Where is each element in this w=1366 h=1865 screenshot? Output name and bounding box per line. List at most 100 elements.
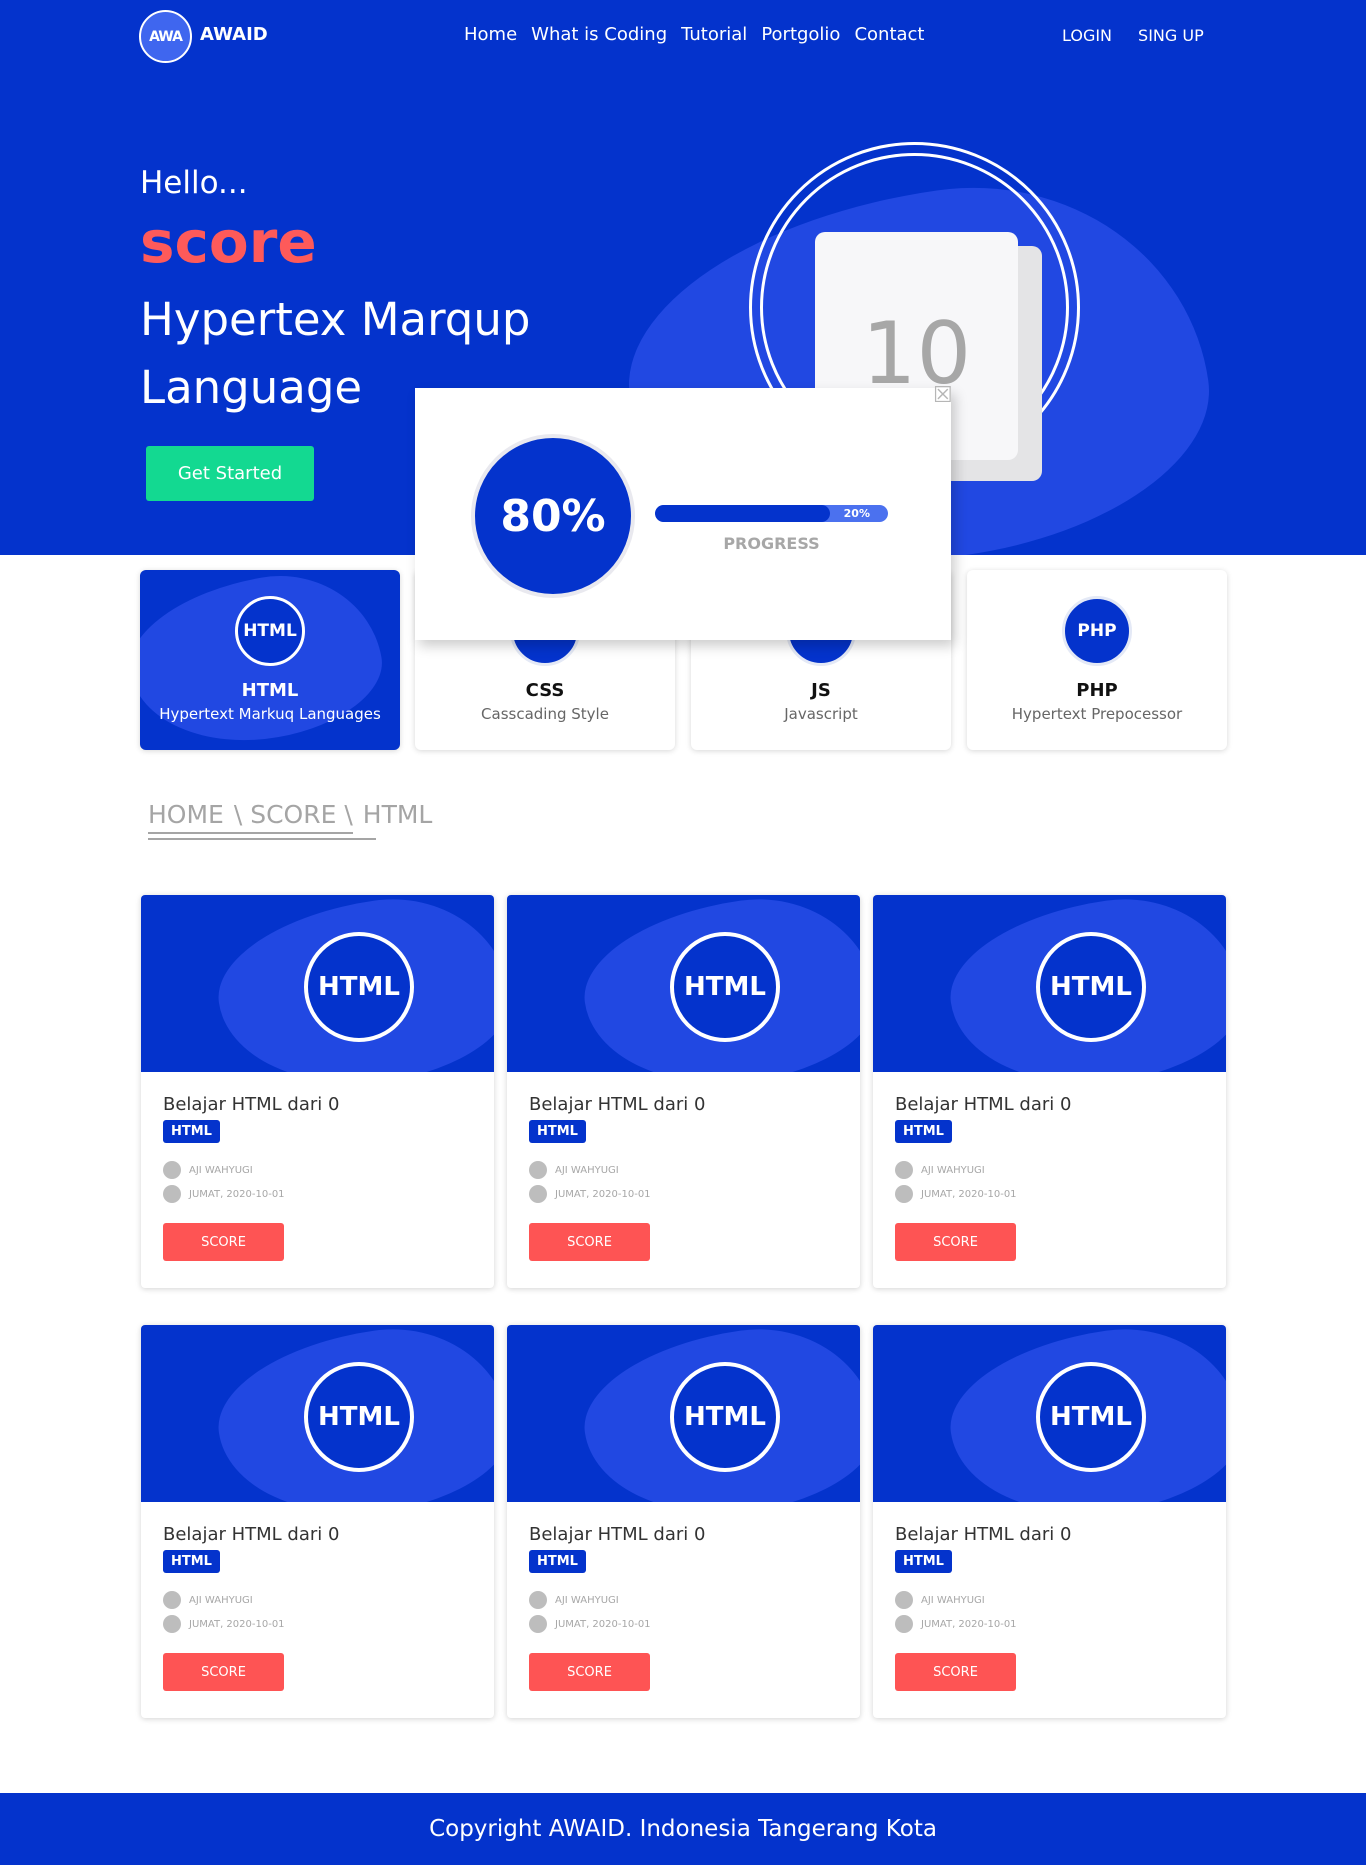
course-title[interactable]: Belajar HTML dari 0	[895, 1094, 1071, 1115]
course-author-name: AJI WAHYUGI	[189, 1164, 253, 1176]
course-date-text: JUMAT, 2020-10-01	[921, 1188, 1017, 1200]
course-date: JUMAT, 2020-10-01	[529, 1615, 651, 1633]
course-card: HTML Belajar HTML dari 0 HTML AJI WAHYUG…	[507, 895, 860, 1288]
course-author: AJI WAHYUGI	[529, 1161, 619, 1179]
hero-greeting: Hello...	[140, 165, 248, 201]
score-button[interactable]: SCORE	[529, 1223, 650, 1261]
course-banner: HTML	[141, 1325, 494, 1502]
avatar-icon	[163, 1591, 181, 1609]
course-date-text: JUMAT, 2020-10-01	[189, 1188, 285, 1200]
course-title[interactable]: Belajar HTML dari 0	[895, 1524, 1071, 1545]
lang-name: JS	[811, 680, 831, 701]
course-card: HTML Belajar HTML dari 0 HTML AJI WAHYUG…	[507, 1325, 860, 1718]
course-tag[interactable]: HTML	[529, 1120, 586, 1143]
course-title[interactable]: Belajar HTML dari 0	[529, 1094, 705, 1115]
course-date: JUMAT, 2020-10-01	[895, 1615, 1017, 1633]
lang-desc: Hypertext Markuq Languages	[159, 705, 381, 723]
calendar-icon	[895, 1185, 913, 1203]
course-author: AJI WAHYUGI	[529, 1591, 619, 1609]
score-button[interactable]: SCORE	[163, 1653, 284, 1691]
course-badge: HTML	[1036, 1362, 1146, 1472]
signup-link[interactable]: SING UP	[1138, 26, 1204, 45]
course-banner: HTML	[141, 895, 494, 1072]
close-icon[interactable]: ☒	[933, 385, 953, 407]
breadcrumb-underline	[148, 838, 376, 840]
course-date: JUMAT, 2020-10-01	[163, 1185, 285, 1203]
nav-link-home[interactable]: Home	[464, 24, 517, 45]
login-link[interactable]: LOGIN	[1062, 26, 1112, 45]
course-date: JUMAT, 2020-10-01	[163, 1615, 285, 1633]
hero-highlight: score	[140, 208, 317, 276]
nav-link-what-is-coding[interactable]: What is Coding	[531, 24, 667, 45]
avatar-icon	[895, 1591, 913, 1609]
lang-card-php[interactable]: PHP PHP Hypertext Prepocessor	[967, 570, 1227, 750]
course-badge: HTML	[304, 1362, 414, 1472]
course-card: HTML Belajar HTML dari 0 HTML AJI WAHYUG…	[873, 895, 1226, 1288]
lang-desc: Casscading Style	[481, 705, 609, 723]
course-badge: HTML	[670, 932, 780, 1042]
score-button[interactable]: SCORE	[529, 1653, 650, 1691]
course-author-name: AJI WAHYUGI	[921, 1594, 985, 1606]
avatar-icon	[529, 1591, 547, 1609]
course-tag[interactable]: HTML	[163, 1120, 220, 1143]
score-button[interactable]: SCORE	[895, 1653, 1016, 1691]
score-button[interactable]: SCORE	[163, 1223, 284, 1261]
logo-icon[interactable]: AWA	[139, 10, 192, 63]
course-tag[interactable]: HTML	[895, 1550, 952, 1573]
course-badge: HTML	[304, 932, 414, 1042]
course-title[interactable]: Belajar HTML dari 0	[529, 1524, 705, 1545]
auth-links: LOGIN SING UP	[1062, 26, 1204, 45]
course-title[interactable]: Belajar HTML dari 0	[163, 1524, 339, 1545]
progress-caption: PROGRESS	[723, 534, 820, 553]
course-author-name: AJI WAHYUGI	[189, 1594, 253, 1606]
breadcrumb-score[interactable]: \ SCORE \	[234, 800, 353, 829]
nav-link-contact[interactable]: Contact	[854, 24, 924, 45]
main-nav: Home What is Coding Tutorial Portgolio C…	[464, 24, 924, 45]
course-author: AJI WAHYUGI	[163, 1591, 253, 1609]
calendar-icon	[163, 1185, 181, 1203]
avatar-icon	[163, 1161, 181, 1179]
progress-bar: 20%	[655, 505, 888, 522]
nav-link-portfolio[interactable]: Portgolio	[761, 24, 840, 45]
lang-name: HTML	[241, 680, 299, 701]
breadcrumb-home[interactable]: HOME	[148, 800, 224, 829]
course-title[interactable]: Belajar HTML dari 0	[163, 1094, 339, 1115]
course-date: JUMAT, 2020-10-01	[529, 1185, 651, 1203]
course-card: HTML Belajar HTML dari 0 HTML AJI WAHYUG…	[141, 1325, 494, 1718]
lang-name: CSS	[525, 680, 565, 701]
course-date-text: JUMAT, 2020-10-01	[555, 1188, 651, 1200]
lang-badge-php: PHP	[1062, 596, 1132, 666]
footer: Copyright AWAID. Indonesia Tangerang Kot…	[0, 1793, 1366, 1865]
lang-desc: Hypertext Prepocessor	[1011, 705, 1183, 723]
breadcrumb-underline	[148, 832, 353, 834]
lang-name: PHP	[1076, 680, 1118, 701]
nav-link-tutorial[interactable]: Tutorial	[681, 24, 747, 45]
course-badge: HTML	[670, 1362, 780, 1472]
course-badge: HTML	[1036, 932, 1146, 1042]
course-tag[interactable]: HTML	[529, 1550, 586, 1573]
course-date: JUMAT, 2020-10-01	[895, 1185, 1017, 1203]
brand-name[interactable]: AWAID	[200, 24, 268, 45]
course-card: HTML Belajar HTML dari 0 HTML AJI WAHYUG…	[141, 895, 494, 1288]
get-started-button[interactable]: Get Started	[146, 446, 314, 501]
course-banner: HTML	[507, 1325, 860, 1502]
course-banner: HTML	[507, 895, 860, 1072]
calendar-icon	[529, 1185, 547, 1203]
breadcrumb: HOME \ SCORE \ HTML	[148, 800, 432, 829]
course-author-name: AJI WAHYUGI	[921, 1164, 985, 1176]
course-date-text: JUMAT, 2020-10-01	[921, 1618, 1017, 1630]
lang-desc: Javascript	[784, 705, 858, 723]
score-button[interactable]: SCORE	[895, 1223, 1016, 1261]
course-banner: HTML	[873, 1325, 1226, 1502]
course-author: AJI WAHYUGI	[895, 1161, 985, 1179]
lang-badge-html: HTML	[235, 596, 305, 666]
course-date-text: JUMAT, 2020-10-01	[189, 1618, 285, 1630]
course-tag[interactable]: HTML	[163, 1550, 220, 1573]
course-author: AJI WAHYUGI	[895, 1591, 985, 1609]
lang-card-html[interactable]: HTML HTML Hypertext Markuq Languages	[140, 570, 400, 750]
course-author: AJI WAHYUGI	[163, 1161, 253, 1179]
breadcrumb-html: HTML	[362, 800, 433, 829]
progress-bar-label: 20%	[843, 507, 870, 520]
calendar-icon	[163, 1615, 181, 1633]
course-tag[interactable]: HTML	[895, 1120, 952, 1143]
